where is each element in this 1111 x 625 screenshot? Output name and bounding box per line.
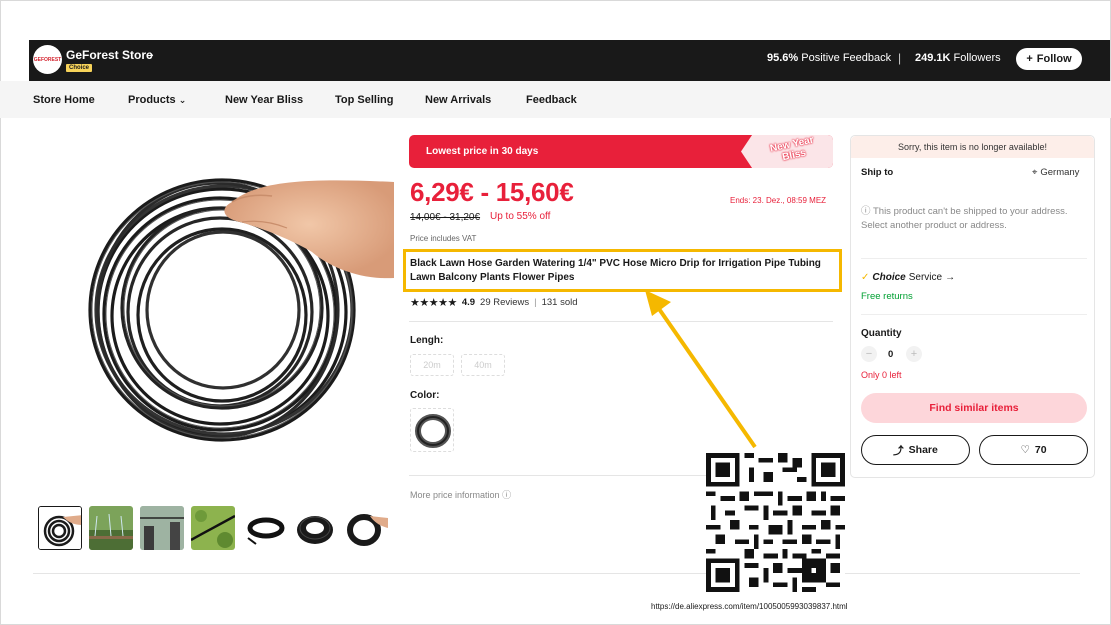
nav-store-home[interactable]: Store Home xyxy=(33,94,95,106)
purchase-panel xyxy=(850,135,1095,478)
heart-icon: ♡ xyxy=(1020,444,1030,456)
find-similar-button[interactable]: Find similar items xyxy=(861,393,1087,423)
thumbnail[interactable] xyxy=(344,506,388,550)
rating-row: ★★★★★ 4.9 29 Reviews | 131 sold xyxy=(410,296,578,309)
chevron-right-icon[interactable]: › xyxy=(149,46,154,62)
qr-code xyxy=(706,453,845,592)
thumbnail[interactable] xyxy=(38,506,82,550)
unavailable-notice: Sorry, this item is no longer available! xyxy=(851,136,1094,158)
quantity-label: Quantity xyxy=(861,328,902,339)
ship-country-value: Germany xyxy=(1040,167,1080,178)
header-separator: | xyxy=(898,51,902,65)
share-label: Share xyxy=(908,444,938,456)
product-title: Black Lawn Hose Garden Watering 1/4" PVC… xyxy=(410,258,821,283)
stock-left: Only 0 left xyxy=(861,370,902,380)
thumbnail[interactable] xyxy=(89,506,133,550)
nav-new-arrivals[interactable]: New Arrivals xyxy=(425,94,491,106)
color-swatch-black[interactable] xyxy=(410,408,454,452)
store-header-bar: GEFOREST GeForest Store › Choice 95.6% P… xyxy=(29,40,1110,81)
shipping-note: ⓘ This product can't be shipped to your … xyxy=(861,205,1076,233)
check-icon: ✓ xyxy=(861,272,870,283)
sold-count: 131 sold xyxy=(541,297,578,308)
sale-end-time: Ends: 23. Dez., 08:59 MEZ xyxy=(730,196,827,205)
share-button[interactable]: ⤴ Share xyxy=(861,435,970,465)
followers-count: 249.1K Followers xyxy=(915,52,1001,64)
share-icon: ⤴ xyxy=(893,444,904,457)
thumbnail[interactable] xyxy=(293,506,337,550)
info-icon: ⓘ xyxy=(861,206,871,217)
positive-feedback: 95.6% Positive Feedback xyxy=(767,52,891,64)
arrow-right-icon: → xyxy=(945,272,956,283)
quantity-increase-button[interactable]: + xyxy=(906,346,922,362)
store-logo[interactable]: GEFOREST xyxy=(33,45,62,74)
more-price-info-label: More price information xyxy=(410,490,500,500)
chevron-down-icon: ⌄ xyxy=(178,95,187,105)
feedback-value: 95.6% xyxy=(767,52,799,64)
store-nav: Store Home Products ⌄ New Year Bliss Top… xyxy=(0,81,1111,118)
nav-products-label: Products xyxy=(128,94,176,106)
divider xyxy=(861,258,1087,259)
color-label: Color: xyxy=(410,390,440,401)
more-price-info-link[interactable]: More price information ⓘ xyxy=(410,488,511,501)
nav-top-selling[interactable]: Top Selling xyxy=(335,94,393,106)
vat-note: Price includes VAT xyxy=(410,234,477,243)
info-icon: ⓘ xyxy=(502,490,512,500)
wishlist-button[interactable]: ♡ 70 xyxy=(979,435,1088,465)
divider xyxy=(861,314,1087,315)
wishlist-count: 70 xyxy=(1034,444,1047,456)
choice-label: Choice xyxy=(872,272,906,283)
nav-feedback[interactable]: Feedback xyxy=(526,94,577,106)
price-range: 6,29€ - 15,60€ xyxy=(410,177,574,207)
ship-to-country[interactable]: ⌖ Germany xyxy=(1032,167,1079,178)
nav-products[interactable]: Products ⌄ xyxy=(128,94,186,106)
thumbnail[interactable] xyxy=(191,506,235,550)
quantity-decrease-button[interactable]: − xyxy=(861,346,877,362)
section-divider xyxy=(33,573,1080,574)
product-url: https://de.aliexpress.com/item/100500599… xyxy=(651,602,848,611)
rating-separator: | xyxy=(534,297,537,308)
choice-badge: Choice xyxy=(66,64,93,72)
ship-note-line-2: Select another product or address. xyxy=(861,220,1007,231)
product-main-image[interactable] xyxy=(82,160,394,460)
store-name-link[interactable]: GeForest Store xyxy=(66,48,153,62)
star-rating-icon: ★★★★★ xyxy=(410,297,457,309)
thumbnail[interactable] xyxy=(242,506,286,550)
length-option-20m[interactable]: 20m xyxy=(410,354,454,376)
ship-to-label: Ship to xyxy=(861,167,894,178)
follow-button[interactable]: + Follow xyxy=(1016,48,1082,70)
rating-value: 4.9 xyxy=(461,297,476,308)
promo-banner: Lowest price in 30 days New Year Bliss xyxy=(409,135,833,168)
reviews-link[interactable]: 29 Reviews xyxy=(480,297,529,308)
followers-value: 249.1K xyxy=(915,52,951,64)
free-returns: Free returns xyxy=(861,291,913,302)
length-label: Lengh: xyxy=(410,335,444,346)
promo-tag: New Year Bliss xyxy=(741,135,833,168)
plus-icon: + xyxy=(1026,53,1033,65)
thumbnail-strip xyxy=(38,506,388,550)
quantity-value: 0 xyxy=(888,349,894,360)
divider xyxy=(409,475,709,476)
nav-new-year-bliss[interactable]: New Year Bliss xyxy=(225,94,303,106)
promo-text: Lowest price in 30 days xyxy=(426,146,539,157)
promo-tag-label: New Year Bliss xyxy=(769,134,815,164)
length-option-40m[interactable]: 40m xyxy=(461,354,505,376)
discount-label: Up to 55% off xyxy=(490,211,551,222)
thumbnail[interactable] xyxy=(140,506,184,550)
followers-label: Followers xyxy=(953,52,1001,64)
choice-service-link[interactable]: ✓ Choice Service → xyxy=(861,272,955,283)
divider xyxy=(409,321,833,322)
service-label: Service xyxy=(908,272,943,283)
ship-note-line-1: This product can't be shipped to your ad… xyxy=(872,206,1068,217)
feedback-label: Positive Feedback xyxy=(801,52,892,64)
follow-button-label: Follow xyxy=(1036,53,1072,65)
original-price: 14,00€ - 31,20€ xyxy=(410,212,481,223)
location-pin-icon: ⌖ xyxy=(1032,167,1038,178)
